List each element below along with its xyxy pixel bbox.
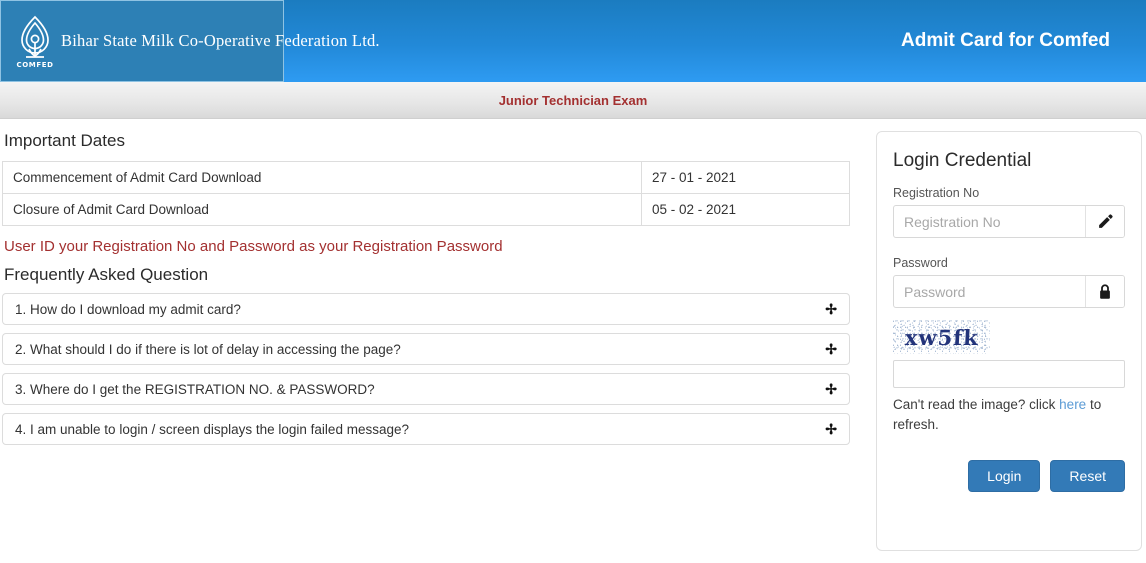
password-input[interactable] (894, 276, 1085, 307)
faq-item-3[interactable]: 3. Where do I get the REGISTRATION NO. &… (2, 373, 850, 405)
faq-item-1[interactable]: 1. How do I download my admit card? ✢ (2, 293, 850, 325)
faq-question-label: 3. Where do I get the REGISTRATION NO. &… (15, 381, 375, 397)
important-dates-table: Commencement of Admit Card Download 27 -… (2, 161, 850, 226)
chevron-down-icon: ✢ (825, 341, 837, 357)
page-title: Admit Card for Comfed (901, 30, 1110, 51)
captcha-input[interactable] (893, 360, 1125, 388)
captcha-text: xw5fk (903, 324, 980, 350)
faq-item-4[interactable]: 4. I am unable to login / screen display… (2, 413, 850, 445)
important-dates-heading: Important Dates (4, 131, 125, 150)
table-row: Closure of Admit Card Download 05 - 02 -… (2, 193, 850, 226)
login-button[interactable]: Login (968, 460, 1041, 493)
reset-button[interactable]: Reset (1050, 460, 1125, 493)
faq-question-label: 1. How do I download my admit card? (15, 301, 241, 317)
main-content: Important Dates Commencement of Admit Ca… (0, 119, 1146, 551)
svg-text:COMFED: COMFED (16, 61, 53, 69)
login-credential-card: Login Credential Registration No Passwor… (876, 131, 1142, 551)
faq-question-label: 2. What should I do if there is lot of d… (15, 341, 401, 357)
page-header: COMFED Bihar State Milk Co-Operative Fed… (0, 0, 1146, 82)
right-column: Login Credential Registration No Passwor… (852, 119, 1146, 551)
exam-name-label: Junior Technician Exam (498, 92, 648, 108)
credential-notice: User ID your Registration No and Passwor… (4, 238, 503, 255)
chevron-down-icon: ✢ (825, 381, 837, 397)
faq-item-2[interactable]: 2. What should I do if there is lot of d… (2, 333, 850, 365)
faq-question-label: 4. I am unable to login / screen display… (15, 421, 409, 437)
login-card-heading: Login Credential (893, 150, 1032, 171)
captcha-refresh-hint: Can't read the image? click here to refr… (893, 395, 1125, 434)
captcha-image: xw5fk (893, 320, 990, 354)
left-column: Important Dates Commencement of Admit Ca… (0, 119, 852, 453)
comfed-logo-icon: COMFED (9, 9, 61, 73)
password-label: Password (893, 256, 948, 270)
date-value: 27 - 01 - 2021 (641, 161, 850, 194)
login-button-row: Login Reset (893, 460, 1125, 493)
password-group (893, 275, 1125, 308)
registration-no-input[interactable] (894, 206, 1085, 237)
registration-no-label: Registration No (893, 186, 980, 200)
date-value: 05 - 02 - 2021 (641, 193, 850, 226)
faq-heading: Frequently Asked Question (4, 265, 209, 284)
date-label: Commencement of Admit Card Download (2, 161, 642, 194)
chevron-down-icon: ✢ (825, 301, 837, 317)
exam-name-bar: Junior Technician Exam (0, 82, 1146, 119)
table-row: Commencement of Admit Card Download 27 -… (2, 161, 850, 194)
captcha-hint-before: Can't read the image? click (893, 397, 1060, 412)
captcha-refresh-link[interactable]: here (1059, 397, 1086, 412)
brand-logo-box: COMFED Bihar State Milk Co-Operative Fed… (0, 0, 380, 82)
chevron-down-icon: ✢ (825, 421, 837, 437)
lock-icon[interactable] (1085, 276, 1124, 307)
pencil-icon[interactable] (1085, 206, 1124, 237)
date-label: Closure of Admit Card Download (2, 193, 642, 226)
registration-no-group (893, 205, 1125, 238)
